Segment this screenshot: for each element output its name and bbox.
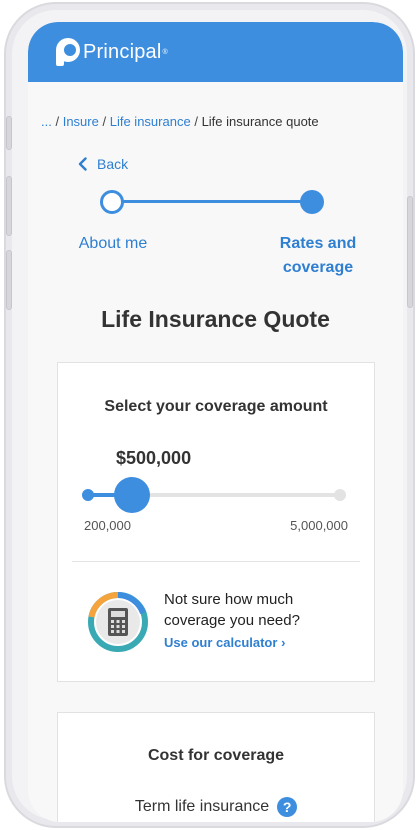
step-about-me-dot[interactable] <box>100 190 124 214</box>
cost-card: Cost for coverage Term life insurance ? <box>57 712 375 822</box>
breadcrumb: ... / Insure / Life insurance / Life ins… <box>41 114 319 129</box>
step-about-me-label[interactable]: About me <box>68 232 158 256</box>
coverage-slider[interactable] <box>82 477 346 513</box>
phone-frame: Principal ® ... / Insure / Life insurance… <box>4 2 415 828</box>
term-label: Term life insurance <box>134 798 270 815</box>
slider-thumb[interactable] <box>114 477 150 513</box>
volume-down-button <box>6 250 12 310</box>
coverage-heading: Select your coverage amount <box>104 398 328 415</box>
calculator-link[interactable]: Use our calculator › <box>164 635 285 650</box>
power-button <box>407 196 413 308</box>
stepper-connector <box>112 200 312 203</box>
page-title: Life Insurance Quote <box>101 306 330 332</box>
card-divider <box>72 561 360 562</box>
volume-up-button <box>6 176 12 236</box>
step-rates-label: Rates and coverage <box>279 235 357 276</box>
breadcrumb-separator: / <box>55 114 60 129</box>
principal-logo[interactable]: Principal ® <box>56 38 168 66</box>
calculator-icon <box>88 592 148 652</box>
mute-switch <box>6 116 12 150</box>
breadcrumb-current: Life insurance quote <box>201 114 319 129</box>
registered-mark: ® <box>162 48 168 56</box>
brand-name: Principal <box>83 40 162 63</box>
help-icon[interactable]: ? <box>277 797 298 817</box>
coverage-amount: $500,000 <box>116 448 192 468</box>
slider-min-label: 200,000 <box>84 518 131 533</box>
slider-max-label: 5,000,000 <box>290 518 348 533</box>
slider-max-dot <box>334 489 346 501</box>
breadcrumb-ellipsis[interactable]: ... <box>41 114 52 129</box>
cost-heading: Cost for coverage <box>147 747 285 764</box>
breadcrumb-separator: / <box>102 114 107 129</box>
term-row: Term life insurance ? <box>58 797 374 817</box>
back-link[interactable]: Back <box>78 156 128 172</box>
step-rates-dot <box>300 190 324 214</box>
breadcrumb-insure[interactable]: Insure <box>63 114 99 129</box>
coverage-card: Select your coverage amount $500,000 200… <box>57 362 375 682</box>
progress-stepper <box>100 189 324 215</box>
slider-min-dot <box>82 489 94 501</box>
back-label: Back <box>97 156 129 172</box>
breadcrumb-separator: / <box>194 114 198 129</box>
chevron-right-icon: › <box>281 635 286 650</box>
breadcrumb-life-insurance[interactable]: Life insurance <box>110 114 191 129</box>
chevron-left-icon <box>78 157 87 171</box>
screen: Principal ® ... / Insure / Life insurance… <box>28 22 403 822</box>
app-header: Principal ® <box>28 22 403 82</box>
calculator-link-label: Use our calculator <box>164 635 278 650</box>
principal-logo-icon <box>56 38 80 66</box>
calculator-prompt: Not sure how much coverage you need? <box>164 591 300 629</box>
